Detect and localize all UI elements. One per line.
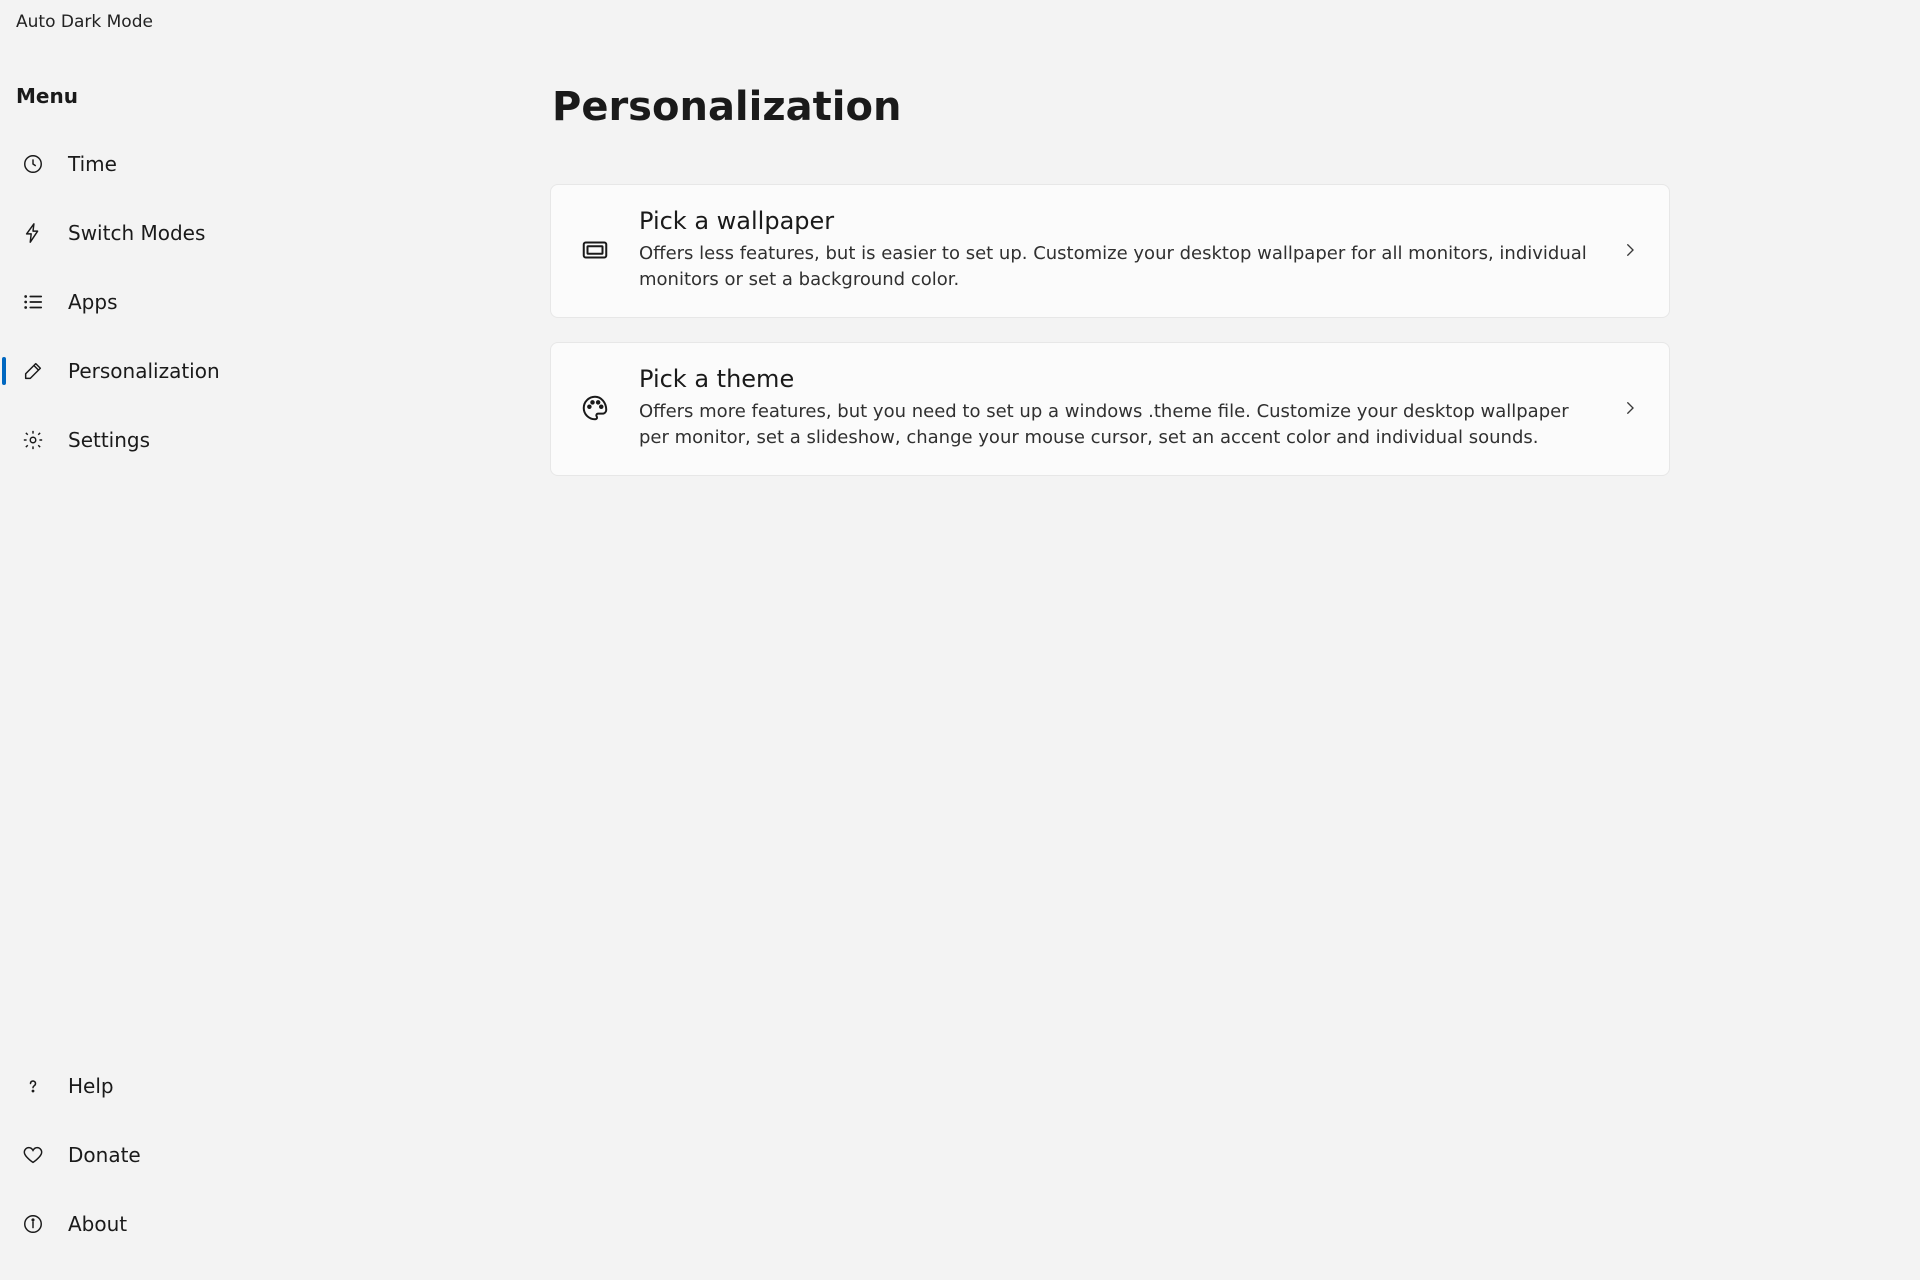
card-title: Pick a theme	[639, 365, 1591, 393]
card-pick-wallpaper[interactable]: Pick a wallpaper Offers less features, b…	[550, 184, 1670, 318]
sidebar-nav: Time Switch Modes Apps	[0, 136, 370, 468]
nav-item-help[interactable]: Help	[6, 1058, 364, 1114]
page-title: Personalization	[552, 84, 1860, 130]
nav-item-time[interactable]: Time	[6, 136, 364, 192]
gear-icon	[20, 427, 46, 453]
nav-label: Personalization	[68, 359, 220, 383]
nav-item-switch-modes[interactable]: Switch Modes	[6, 205, 364, 261]
nav-item-settings[interactable]: Settings	[6, 412, 364, 468]
content-area: Personalization Pick a wallpaper Offers …	[370, 44, 1920, 1280]
window-title: Auto Dark Mode	[16, 12, 153, 32]
sidebar-heading: Menu	[0, 68, 370, 136]
window-titlebar: Auto Dark Mode	[0, 0, 1920, 44]
clock-icon	[20, 151, 46, 177]
nav-item-donate[interactable]: Donate	[6, 1127, 364, 1183]
body-container: Menu Time Switch Modes	[0, 44, 1920, 1280]
nav-label: Apps	[68, 290, 118, 314]
palette-icon	[579, 392, 611, 424]
chevron-right-icon	[1619, 239, 1641, 261]
nav-label: Time	[68, 152, 117, 176]
chevron-right-icon	[1619, 397, 1641, 419]
card-text: Pick a wallpaper Offers less features, b…	[639, 207, 1591, 293]
card-pick-theme[interactable]: Pick a theme Offers more features, but y…	[550, 342, 1670, 476]
help-icon	[20, 1073, 46, 1099]
edit-icon	[20, 358, 46, 384]
nav-label: Settings	[68, 428, 150, 452]
nav-item-personalization[interactable]: Personalization	[6, 343, 364, 399]
nav-item-about[interactable]: About	[6, 1196, 364, 1252]
heart-icon	[20, 1142, 46, 1168]
nav-label: About	[68, 1212, 127, 1236]
card-title: Pick a wallpaper	[639, 207, 1591, 235]
card-text: Pick a theme Offers more features, but y…	[639, 365, 1591, 451]
card-description: Offers less features, but is easier to s…	[639, 241, 1591, 293]
sidebar: Menu Time Switch Modes	[0, 44, 370, 1280]
nav-label: Switch Modes	[68, 221, 205, 245]
sidebar-nav-bottom: Help Donate About	[0, 1058, 370, 1252]
info-icon	[20, 1211, 46, 1237]
wallpaper-icon	[579, 234, 611, 266]
lightning-icon	[20, 220, 46, 246]
nav-label: Donate	[68, 1143, 141, 1167]
nav-item-apps[interactable]: Apps	[6, 274, 364, 330]
list-icon	[20, 289, 46, 315]
card-description: Offers more features, but you need to se…	[639, 399, 1591, 451]
nav-label: Help	[68, 1074, 114, 1098]
